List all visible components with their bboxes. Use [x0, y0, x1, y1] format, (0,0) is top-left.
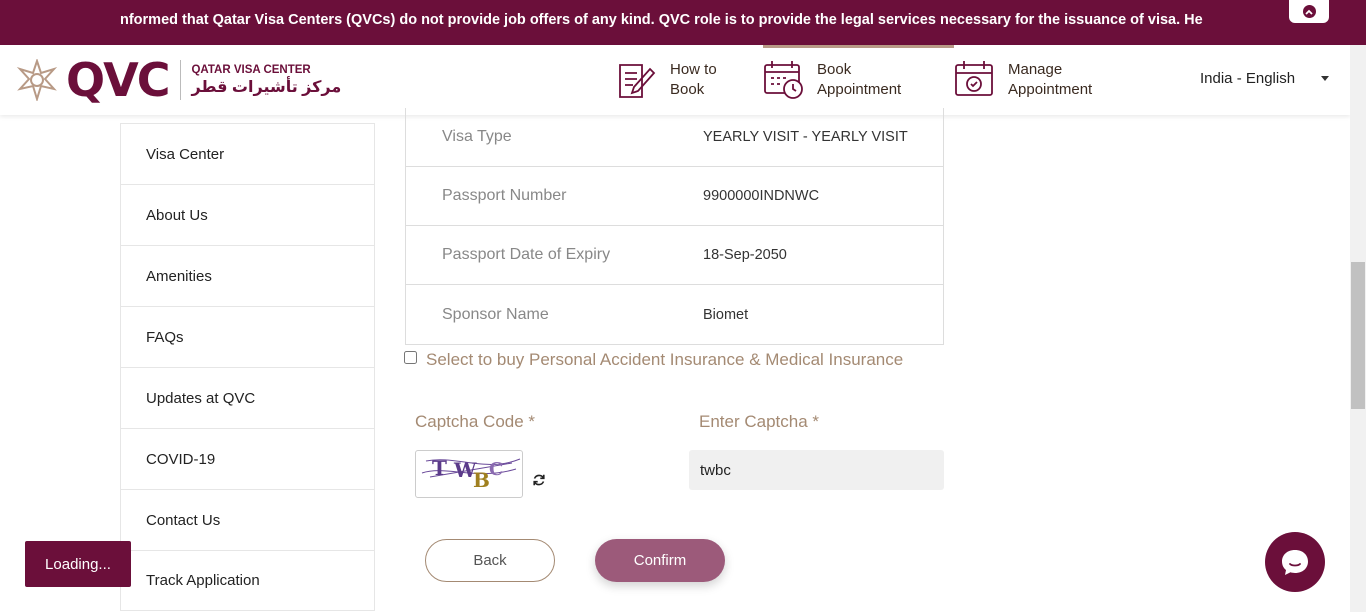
application-details-table: Visa Type YEARLY VISIT - YEARLY VISIT Pa… — [405, 108, 944, 345]
qvc-logo[interactable]: QVC QATAR VISA CENTER مركز تأشيرات قطر — [16, 56, 341, 104]
chat-widget-button[interactable] — [1265, 532, 1325, 592]
refresh-captcha-icon[interactable] — [532, 473, 546, 491]
enter-captcha-label: Enter Captcha * — [699, 412, 820, 431]
insurance-option: Select to buy Personal Accident Insuranc… — [404, 348, 904, 372]
svg-text:T: T — [432, 456, 447, 480]
row-key: Passport Date of Expiry — [442, 246, 611, 263]
captcha-input[interactable] — [689, 450, 944, 490]
confirm-button[interactable]: Confirm — [595, 539, 725, 582]
brand-name-english: QATAR VISA CENTER — [191, 63, 311, 76]
table-row: Passport Date of Expiry 18-Sep-2050 — [406, 226, 943, 285]
row-value: Biomet — [703, 306, 749, 323]
nav-label-line2: Appointment — [817, 81, 902, 98]
table-row: Passport Number 9900000INDNWC — [406, 167, 943, 226]
calendar-check-icon — [955, 61, 993, 96]
ticker-toggle-button[interactable] — [1289, 0, 1329, 23]
sidebar-item-about-us[interactable]: About Us — [120, 184, 375, 245]
row-key: Sponsor Name — [442, 305, 549, 323]
row-value: 9900000INDNWC — [703, 188, 820, 204]
nav-how-to-book[interactable]: How to Book — [616, 45, 717, 115]
nav-label-line1: Manage — [1008, 61, 1063, 78]
row-value: 18-Sep-2050 — [703, 247, 787, 263]
sidebar-item-covid[interactable]: COVID-19 — [120, 428, 375, 489]
svg-text:B: B — [473, 468, 490, 492]
svg-text:C: C — [489, 459, 503, 480]
sidebar-item-visa-center[interactable]: Visa Center — [120, 123, 375, 184]
language-selector[interactable]: India - English — [1200, 70, 1295, 87]
captcha-code-label: Captcha Code * — [415, 412, 536, 431]
sidebar-item-amenities[interactable]: Amenities — [120, 245, 375, 306]
insurance-checkbox[interactable] — [404, 351, 417, 364]
back-button[interactable]: Back — [425, 539, 555, 582]
chat-bubble-icon — [1282, 550, 1308, 575]
document-pen-icon — [619, 64, 656, 98]
star-emblem-icon — [16, 59, 58, 101]
table-row: Sponsor Name Biomet — [406, 285, 943, 344]
sidebar-item-updates[interactable]: Updates at QVC — [120, 367, 375, 428]
brand-wordmark: QVC — [66, 53, 170, 107]
nav-manage-appointment[interactable]: Manage Appointment — [954, 45, 1092, 115]
logo-divider — [180, 60, 182, 100]
insurance-label[interactable]: Select to buy Personal Accident Insuranc… — [426, 350, 903, 369]
site-header: QVC QATAR VISA CENTER مركز تأشيرات قطر H… — [0, 45, 1350, 115]
nav-label-line2: Appointment — [1008, 81, 1093, 98]
sidebar-menu: Visa Center About Us Amenities FAQs Upda… — [120, 123, 375, 611]
loading-indicator: Loading... — [25, 541, 131, 587]
nav-label-line1: How to — [670, 61, 717, 78]
row-key: Passport Number — [442, 187, 567, 204]
scrollbar-thumb[interactable] — [1351, 262, 1365, 409]
sidebar-item-track-application[interactable]: Track Application — [120, 550, 375, 611]
chevron-down-icon[interactable] — [1321, 76, 1329, 81]
nav-book-appointment[interactable]: Book Appointment — [763, 45, 901, 115]
sidebar-item-contact-us[interactable]: Contact Us — [120, 489, 375, 550]
calendar-clock-icon — [764, 61, 803, 99]
nav-label-line1: Book — [817, 61, 852, 78]
chevron-up-icon — [1302, 5, 1316, 18]
row-value: YEARLY VISIT - YEARLY VISIT — [703, 129, 908, 145]
ticker-text: nformed that Qatar Visa Centers (QVCs) d… — [120, 12, 1203, 28]
announcement-ticker: nformed that Qatar Visa Centers (QVCs) d… — [0, 0, 1366, 45]
sidebar-item-faqs[interactable]: FAQs — [120, 306, 375, 367]
brand-name-arabic: مركز تأشيرات قطر — [191, 78, 342, 96]
captcha-image: T W B C — [415, 450, 523, 498]
row-key: Visa Type — [442, 128, 512, 145]
table-row: Visa Type YEARLY VISIT - YEARLY VISIT — [406, 108, 943, 167]
nav-label-line2: Book — [670, 81, 705, 98]
